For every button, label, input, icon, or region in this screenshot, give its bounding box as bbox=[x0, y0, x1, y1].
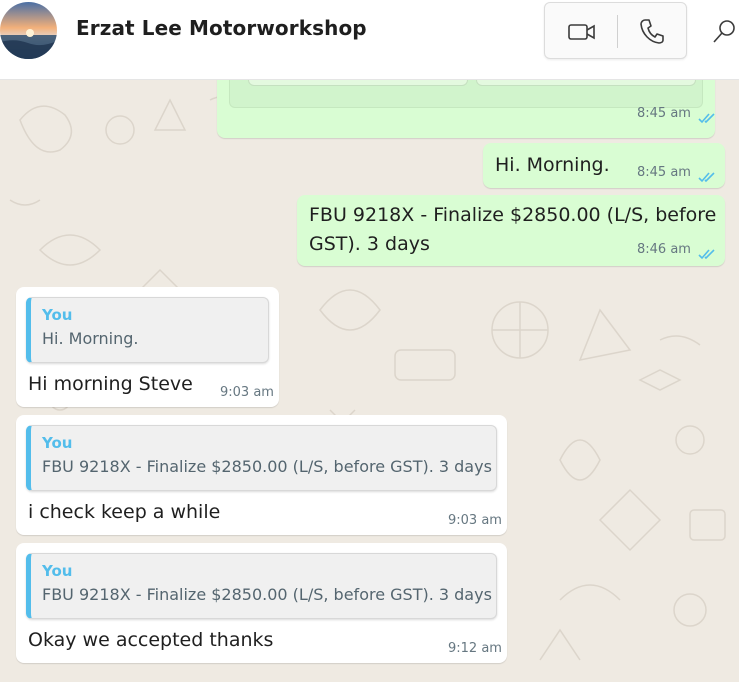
message-text: Okay we accepted thanks bbox=[28, 629, 274, 651]
double-check-read-icon bbox=[698, 245, 718, 260]
message-bubble-incoming[interactable]: You FBU 9218X - Finalize $2850.00 (L/S, … bbox=[16, 543, 507, 663]
voice-call-icon[interactable] bbox=[639, 17, 665, 45]
video-call-icon[interactable] bbox=[567, 19, 597, 45]
chat-header: Erzat Lee Motorworkshop bbox=[0, 0, 739, 80]
message-bubble-outgoing[interactable]: Hi. Morning. 8:45 am bbox=[483, 143, 725, 188]
quote-author: You bbox=[42, 562, 73, 580]
message-bubble-incoming[interactable]: You Hi. Morning. Hi morning Steve 9:03 a… bbox=[16, 287, 279, 407]
message-bubble-outgoing[interactable]: FBU 9218X - Finalize $2850.00 (L/S, befo… bbox=[297, 195, 725, 266]
quote-author: You bbox=[42, 306, 73, 324]
quoted-message[interactable]: You FBU 9218X - Finalize $2850.00 (L/S, … bbox=[26, 425, 497, 491]
quote-text: FBU 9218X - Finalize $2850.00 (L/S, befo… bbox=[42, 585, 492, 604]
message-text-line2: GST). 3 days bbox=[309, 233, 430, 255]
contact-avatar[interactable] bbox=[0, 2, 57, 59]
preview-thumbnail bbox=[476, 80, 696, 86]
message-text: Hi. Morning. bbox=[495, 154, 610, 176]
double-check-read-icon bbox=[698, 168, 718, 183]
message-text: i check keep a while bbox=[28, 501, 221, 523]
preview-thumbnail bbox=[248, 80, 468, 86]
contact-name[interactable]: Erzat Lee Motorworkshop bbox=[76, 16, 367, 40]
message-text-line1: FBU 9218X - Finalize $2850.00 (L/S, befo… bbox=[309, 204, 717, 226]
message-bubble-outgoing[interactable]: 8:45 am bbox=[217, 80, 715, 138]
call-buttons-group bbox=[544, 2, 687, 59]
message-time: 8:46 am bbox=[637, 242, 691, 257]
message-time: 9:03 am bbox=[220, 385, 274, 400]
double-check-read-icon bbox=[698, 109, 718, 124]
message-time: 8:45 am bbox=[637, 106, 691, 121]
quote-author: You bbox=[42, 434, 73, 452]
message-list[interactable]: 8:45 am Hi. Morning. 8:45 am FBU 9218X -… bbox=[0, 80, 739, 682]
search-icon[interactable] bbox=[711, 18, 737, 46]
message-time: 9:03 am bbox=[448, 513, 502, 528]
message-time: 9:12 am bbox=[448, 641, 502, 656]
message-text: Hi morning Steve bbox=[28, 373, 193, 395]
message-time: 8:45 am bbox=[637, 165, 691, 180]
link-preview-card[interactable] bbox=[229, 80, 703, 108]
quote-text: FBU 9218X - Finalize $2850.00 (L/S, befo… bbox=[42, 457, 492, 476]
quote-text: Hi. Morning. bbox=[42, 329, 139, 348]
call-divider bbox=[617, 15, 618, 48]
quoted-message[interactable]: You Hi. Morning. bbox=[26, 297, 269, 363]
message-bubble-incoming[interactable]: You FBU 9218X - Finalize $2850.00 (L/S, … bbox=[16, 415, 507, 535]
quoted-message[interactable]: You FBU 9218X - Finalize $2850.00 (L/S, … bbox=[26, 553, 497, 619]
